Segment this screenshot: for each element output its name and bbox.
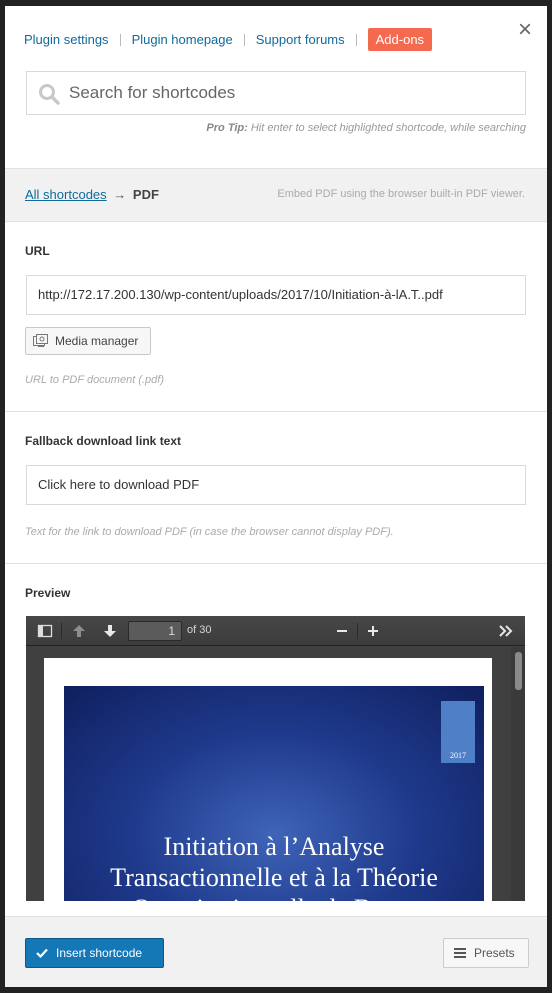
url-field[interactable]: http://172.17.200.130/wp-content/uploads… [26,275,526,315]
header-bar: Plugin settings Plugin homepage Support … [5,6,547,56]
page-number-input[interactable]: 1 [128,621,182,641]
sidebar-toggle-icon[interactable] [37,623,53,639]
slide-title-line: Initiation à l’Analyse [163,832,385,861]
pdf-viewer[interactable]: 1 of 30 2017 Initiation à l’Analyse Tran… [26,616,525,901]
divider [5,411,547,412]
breadcrumb-arrow: → [113,187,127,202]
tools-menu-icon[interactable] [498,623,514,639]
presets-button[interactable]: Presets [443,938,529,968]
pro-tip: Pro Tip: Hit enter to select highlighted… [206,122,526,134]
fallback-hint: Text for the link to download PDF (in ca… [25,526,394,538]
media-manager-label: Media manager [55,334,139,348]
breadcrumb-current: PDF [132,187,159,202]
breadcrumb: All shortcodes → PDF [25,187,159,202]
pdf-toolbar: 1 of 30 [26,616,525,646]
pro-tip-label: Pro Tip: [206,122,248,134]
pdf-scrollbar-thumb[interactable] [515,652,522,690]
url-hint: URL to PDF document (.pdf) [25,374,164,386]
divider [5,563,547,564]
check-icon [36,948,48,958]
addons-button[interactable]: Add-ons [367,28,433,51]
preview-label: Preview [25,586,71,600]
link-separator [243,33,245,46]
all-shortcodes-link[interactable]: All shortcodes [25,187,107,202]
zoom-out-icon[interactable] [334,623,350,639]
insert-shortcode-label: Insert shortcode [56,946,143,960]
slide-year: 2017 [441,701,475,763]
url-label: URL [25,244,50,258]
toolbar-separator [357,623,358,639]
next-page-icon[interactable] [102,623,118,639]
link-separator [119,33,121,46]
link-separator [355,33,357,46]
plugin-homepage-link[interactable]: Plugin homepage [132,32,233,47]
menu-icon [454,948,466,958]
search-input[interactable] [69,72,509,114]
page-count: of 30 [187,624,212,636]
search-box[interactable] [26,71,526,115]
search-icon [39,84,60,105]
fallback-field[interactable]: Click here to download PDF [26,465,526,505]
slide-title: Initiation à l’Analyse Transactionnelle … [64,831,484,901]
previous-page-icon[interactable] [71,623,87,639]
shortcode-description: Embed PDF using the browser built-in PDF… [277,188,525,200]
header-links: Plugin settings Plugin homepage Support … [24,28,433,51]
support-forums-link[interactable]: Support forums [256,32,345,47]
toolbar-separator [61,623,62,639]
slide-title-line: Transactionnelle et à la Théorie [110,863,438,892]
pdf-slide: 2017 Initiation à l’Analyse Transactionn… [64,686,484,901]
plugin-settings-link[interactable]: Plugin settings [24,32,109,47]
fallback-label: Fallback download link text [25,434,182,448]
media-manager-button[interactable]: Media manager [25,327,151,355]
presets-label: Presets [474,946,515,960]
pro-tip-text: Hit enter to select highlighted shortcod… [250,122,526,134]
zoom-in-icon[interactable] [365,623,381,639]
shortcode-modal: Plugin settings Plugin homepage Support … [5,6,547,987]
divider [5,916,547,917]
media-icon [33,334,48,347]
divider [5,221,547,222]
pdf-page: 2017 Initiation à l’Analyse Transactionn… [44,658,492,901]
close-icon[interactable]: × [518,18,532,42]
slide-title-line: Organisationnelle de Berne [64,893,484,901]
insert-shortcode-button[interactable]: Insert shortcode [25,938,164,968]
